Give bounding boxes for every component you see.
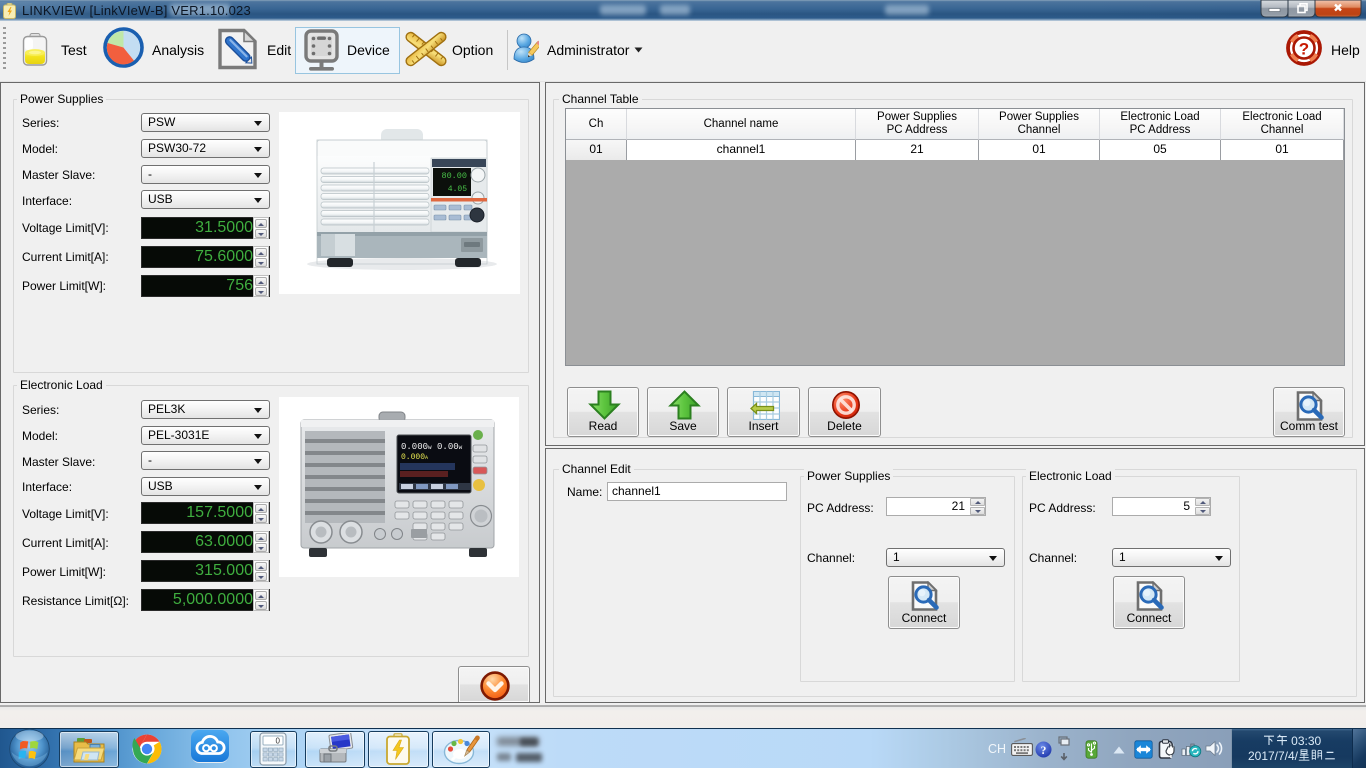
- svg-text:80.00: 80.00: [441, 171, 467, 181]
- svg-text:?: ?: [1299, 40, 1309, 59]
- svg-text:?: ?: [1041, 745, 1047, 757]
- svg-text:0.000A: 0.000A: [401, 453, 428, 462]
- svg-text:4.05: 4.05: [448, 185, 467, 194]
- svg-text:0: 0: [276, 737, 281, 746]
- svg-text:0.000w 0.00w: 0.000w 0.00w: [401, 442, 463, 452]
